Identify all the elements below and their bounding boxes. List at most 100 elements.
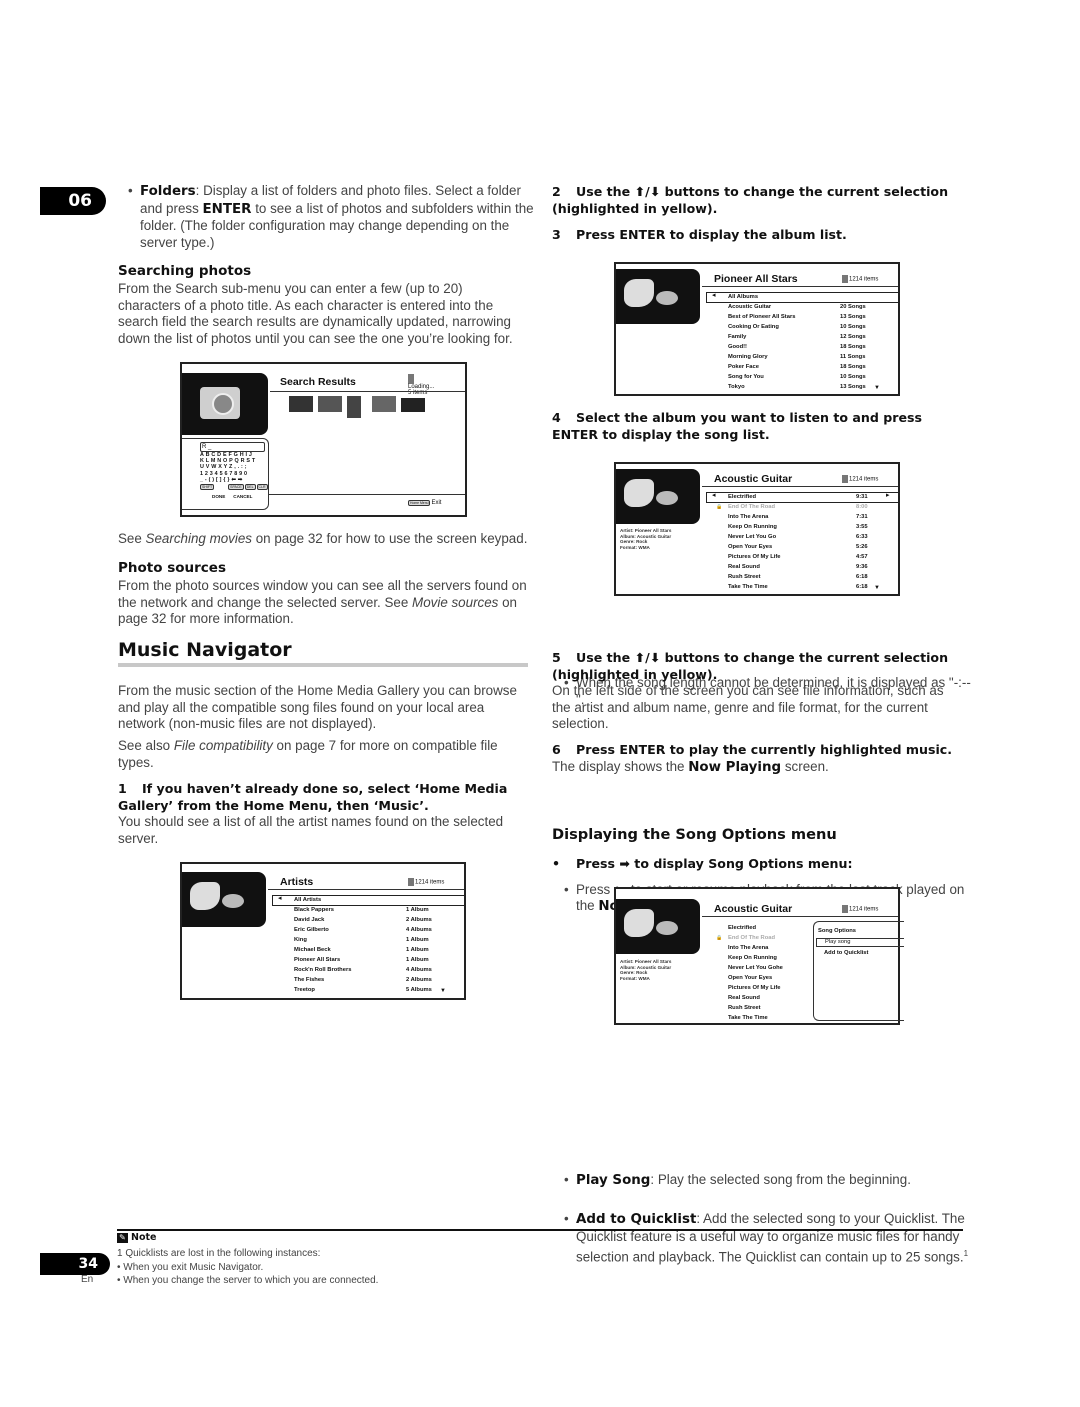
scroll-down-icon[interactable]: ▼ — [874, 585, 880, 591]
list-item[interactable]: Rush Street — [728, 1003, 808, 1013]
list-item[interactable]: Real Sound — [728, 993, 808, 1003]
list-item[interactable]: Morning Glory 11 Songs — [728, 352, 898, 362]
album-art — [616, 469, 700, 524]
keypad-row[interactable]: _ - ( ) [ ] { } ⬅ ➡ — [200, 477, 255, 483]
row-value: 9:36 — [856, 564, 868, 570]
list-item[interactable]: Electrified — [728, 923, 808, 933]
list-item[interactable]: King 1 Album — [294, 935, 464, 945]
photo-thumbnail[interactable] — [372, 396, 396, 412]
searching-photos-heading: Searching photos — [118, 263, 252, 279]
list-header-row[interactable]: All Artists — [294, 895, 464, 905]
clr-key[interactable]: CLR — [256, 484, 268, 490]
footnote-ref: 1 — [963, 1248, 969, 1258]
menu-item-add-to-quicklist[interactable]: Add to Quicklist — [824, 950, 868, 956]
music-intro: From the music section of the Home Media… — [118, 683, 517, 732]
back-arrow-icon[interactable]: ◂ — [278, 894, 282, 902]
back-arrow-icon[interactable]: ◂ — [712, 291, 716, 299]
list-item[interactable]: Song for You 10 Songs — [728, 372, 898, 382]
row-name: King — [294, 937, 307, 943]
list-item[interactable]: The Fishes 2 Albums — [294, 975, 464, 985]
row-name: Pioneer All Stars — [294, 957, 341, 963]
list-item[interactable]: Poker Face 18 Songs — [728, 362, 898, 372]
list-item[interactable]: Keep On Running — [728, 953, 808, 963]
list-item[interactable]: Good!! 18 Songs — [728, 342, 898, 352]
items-icon — [408, 878, 414, 886]
row-name: Best of Pioneer All Stars — [728, 314, 796, 320]
note-line: 1 Quicklists are lost in the following i… — [117, 1248, 321, 1259]
list-item[interactable]: Pictures Of My Life — [728, 983, 808, 993]
row-value: 4 Albums — [406, 927, 432, 933]
menu-item-play-song[interactable]: Play song — [816, 938, 904, 947]
list-item[interactable]: Electrified 9:31 — [728, 492, 898, 502]
row-value: 1 Album — [406, 937, 429, 943]
back-arrow-icon[interactable]: ◂ — [712, 491, 716, 499]
row-name: Tokyo — [728, 384, 745, 390]
note-body: 1 Quicklists are lost in the following i… — [117, 1247, 378, 1288]
list-header-row[interactable]: All Albums — [728, 292, 898, 302]
step-1-body: You should see a list of all the artist … — [118, 814, 504, 846]
list-item[interactable]: Open Your Eyes — [728, 973, 808, 983]
item-count: 1214 items — [842, 475, 878, 483]
list-item[interactable]: Eric Gilberto 4 Albums — [294, 925, 464, 935]
header-divider — [270, 391, 465, 392]
del-key[interactable]: DEL — [244, 484, 256, 490]
cancel-button[interactable]: CANCEL — [233, 494, 252, 499]
list-item[interactable]: Real Sound 9:36 — [728, 562, 898, 572]
album-art — [616, 269, 700, 324]
list-item[interactable]: Black Pappers 1 Album — [294, 905, 464, 915]
list-item[interactable]: Acoustic Guitar 20 Songs — [728, 302, 898, 312]
list-item[interactable]: Michael Beck 1 Album — [294, 945, 464, 955]
result-thumbnails — [289, 396, 425, 418]
list-item[interactable]: Rush Street 6:18 — [728, 572, 898, 582]
row-value: 6:18 — [856, 574, 868, 580]
list-item[interactable]: Never Let You Go 6:33 — [728, 532, 898, 542]
row-name: Real Sound — [728, 564, 760, 570]
list-item[interactable]: Treetop 5 Albums — [294, 985, 464, 995]
list-item[interactable]: Tokyo 13 Songs — [728, 382, 898, 392]
searching-movies-link: Searching movies — [145, 531, 252, 546]
song-options-heading: Displaying the Song Options menu — [552, 826, 837, 843]
photo-thumbnail[interactable] — [318, 396, 342, 412]
list-item[interactable]: Into The Arena — [728, 943, 808, 953]
row-name: Family — [728, 334, 747, 340]
list-item[interactable]: Take The Time 6:18 — [728, 582, 898, 592]
step-5-body: On the left side of the screen you can s… — [552, 683, 944, 732]
artists-title: Artists — [280, 876, 314, 888]
note-line: • When you change the server to which yo… — [117, 1275, 379, 1286]
row-name: Eric Gilberto — [294, 927, 329, 933]
space-key[interactable]: SPACE — [228, 484, 244, 490]
list-item[interactable]: Pictures Of My Life 4:57 — [728, 552, 898, 562]
list-item[interactable]: 🔒 End Of The Road — [716, 933, 808, 943]
photo-thumbnail[interactable] — [401, 398, 425, 412]
search-input[interactable]: R _ — [200, 442, 265, 452]
add-quicklist-bullet: Add to Quicklist: Add the selected song … — [562, 1211, 980, 1265]
shift-key[interactable]: SHIFT — [200, 484, 215, 490]
row-value: 18 Songs — [840, 364, 866, 370]
list-item[interactable]: 🔒 End Of The Road 8:00 — [716, 502, 898, 512]
list-item[interactable]: Cooking Or Eating 10 Songs — [728, 322, 898, 332]
list-item[interactable]: Pioneer All Stars 1 Album — [294, 955, 464, 965]
list-item[interactable]: Rock'n Roll Brothers 4 Albums — [294, 965, 464, 975]
list-item[interactable]: Family 12 Songs — [728, 332, 898, 342]
list-item[interactable]: Open Your Eyes 5:26 — [728, 542, 898, 552]
photo-thumbnail[interactable] — [289, 396, 313, 412]
row-name: End Of The Road — [728, 504, 776, 510]
scroll-down-icon[interactable]: ▼ — [440, 988, 446, 994]
folders-bullet: Folders: Display a list of folders and p… — [126, 183, 542, 251]
scroll-down-icon[interactable]: ▼ — [874, 385, 880, 391]
list-item[interactable]: Keep On Running 3:55 — [728, 522, 898, 532]
list-item[interactable]: David Jack 2 Albums — [294, 915, 464, 925]
keypad-row[interactable]: 1 2 3 4 5 6 7 8 9 0 — [200, 471, 255, 477]
list-item[interactable]: Best of Pioneer All Stars 13 Songs — [728, 312, 898, 322]
row-name: Into The Arena — [728, 514, 769, 520]
enter-key: ENTER — [202, 201, 252, 217]
artists-list: All Artists Black Pappers 1 Album David Jac… — [294, 895, 464, 995]
list-item[interactable]: Take The Time — [728, 1013, 808, 1023]
exit-label: Exit — [431, 500, 442, 506]
photo-thumbnail[interactable] — [347, 396, 361, 418]
items-icon — [408, 374, 414, 384]
row-name: Morning Glory — [728, 354, 768, 360]
list-item[interactable]: Never Let You Gohe — [728, 963, 808, 973]
list-item[interactable]: Into The Arena 7:31 — [728, 512, 898, 522]
done-button[interactable]: DONE — [212, 494, 225, 499]
